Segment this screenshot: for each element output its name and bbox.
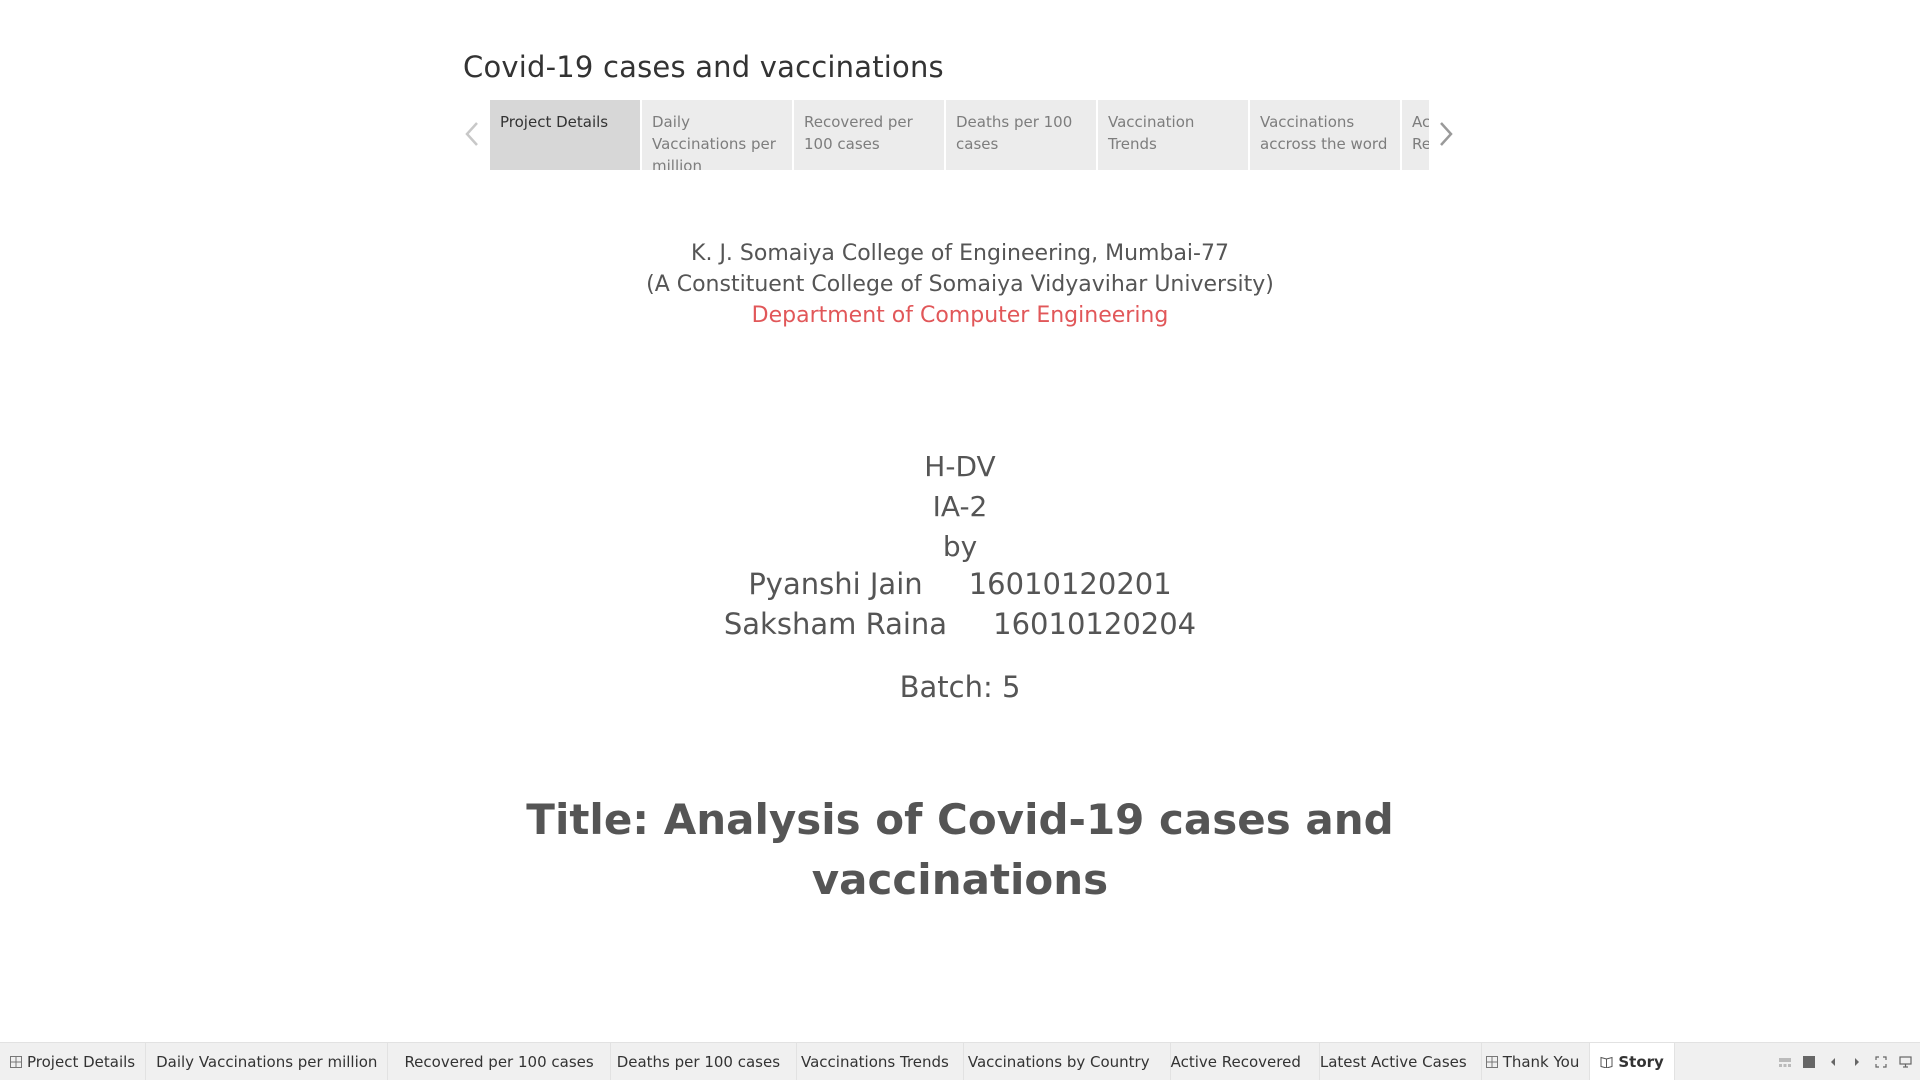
tab-bar-controls [1778, 1043, 1912, 1080]
tab-project-details[interactable]: Project Details [0, 1042, 147, 1080]
story-point-project-details[interactable]: Project Details [490, 100, 640, 170]
dashboard-icon [10, 1055, 22, 1068]
story-point-active-recovered[interactable]: Active Recovered [1402, 100, 1429, 170]
show-tabs-icon[interactable] [1802, 1055, 1816, 1069]
tab-label: Recovered per 100 cases [404, 1052, 594, 1071]
course-code: H-DV [924, 450, 996, 483]
by-text: by [942, 530, 978, 563]
tab-label: Deaths per 100 cases [616, 1052, 781, 1071]
tab-recovered[interactable]: Recovered per 100 cases [388, 1042, 611, 1080]
story-point-deaths[interactable]: Deaths per 100 cases [946, 100, 1096, 170]
chevron-left-icon [465, 122, 478, 146]
project-title-line-1: Title: Analysis of Covid-19 cases and [526, 795, 1394, 844]
tab-vaccinations-trends[interactable]: Vaccinations Trends [797, 1042, 964, 1080]
story-icon [1600, 1056, 1613, 1068]
previous-story-point-button[interactable] [460, 116, 484, 152]
student-two: Saksham Raina 16010120204 [723, 607, 1197, 641]
story-point-vaccination-trends[interactable]: Vaccination Trends [1098, 100, 1248, 170]
sheet-tab-bar: Project Details Daily Vaccinations per m… [0, 1042, 1920, 1080]
story-point-daily-vaccinations[interactable]: Daily Vaccinations per million [642, 100, 792, 170]
tab-label: Project Details [27, 1052, 136, 1071]
tab-daily-vaccinations[interactable]: Daily Vaccinations per million [146, 1042, 389, 1080]
tab-label: Vaccinations by Country [967, 1052, 1150, 1071]
show-filmstrip-icon[interactable] [1778, 1055, 1792, 1069]
tab-label: Story [1618, 1052, 1664, 1071]
tab-thank-you[interactable]: Thank You [1482, 1042, 1591, 1080]
college-name: K. J. Somaiya College of Engineering, Mu… [691, 241, 1229, 266]
department-name: Department of Computer Engineering [751, 303, 1169, 328]
story-point-vaccinations-world[interactable]: Vaccinations accross the word [1250, 100, 1400, 170]
tab-label: Active Recovered [1170, 1052, 1301, 1071]
tab-latest-active-cases[interactable]: Latest Active Cases [1319, 1042, 1482, 1080]
batch-text: Batch: 5 [899, 670, 1021, 704]
project-title-line-2: vaccinations [811, 855, 1109, 904]
tab-deaths[interactable]: Deaths per 100 cases [611, 1042, 798, 1080]
next-story-point-button[interactable] [1434, 116, 1458, 152]
student-one: Pyanshi Jain 16010120201 [748, 567, 1172, 601]
story-points-navigator: Project Details Daily Vaccinations per m… [490, 100, 1429, 170]
tab-active-recovered[interactable]: Active Recovered [1170, 1042, 1320, 1080]
fullscreen-icon[interactable] [1874, 1055, 1888, 1069]
tab-story[interactable]: Story [1590, 1042, 1675, 1080]
tableau-story-page: Covid-19 cases and vaccinations Project … [0, 0, 1920, 1080]
dashboard-icon [1485, 1055, 1498, 1068]
tab-vaccinations-by-country[interactable]: Vaccinations by Country [964, 1042, 1171, 1080]
story-title: Covid-19 cases and vaccinations [463, 50, 944, 84]
tab-label: Vaccinations Trends [801, 1052, 949, 1071]
story-point-recovered[interactable]: Recovered per 100 cases [794, 100, 944, 170]
university-line: (A Constituent College of Somaiya Vidyav… [646, 272, 1274, 297]
tab-label: Daily Vaccinations per million [156, 1052, 378, 1071]
scroll-tabs-right-icon[interactable] [1850, 1055, 1864, 1069]
assessment-name: IA-2 [932, 490, 988, 523]
chevron-right-icon [1440, 122, 1453, 146]
scroll-tabs-left-icon[interactable] [1826, 1055, 1840, 1069]
presentation-mode-icon[interactable] [1898, 1055, 1912, 1069]
tab-label: Latest Active Cases [1319, 1052, 1467, 1071]
tab-label: Thank You [1502, 1052, 1580, 1071]
